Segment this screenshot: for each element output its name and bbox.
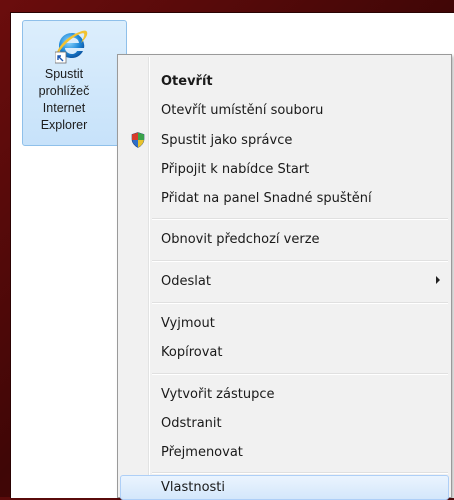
menu-item-run-as-admin[interactable]: Spustit jako správce [120, 128, 449, 153]
menu-item-restore-previous-versions[interactable]: Obnovit předchozí verze [120, 227, 449, 252]
uac-shield-icon [131, 132, 145, 148]
menu-separator [152, 373, 448, 375]
menu-item-rename[interactable]: Přejmenovat [120, 440, 449, 465]
menu-item-delete[interactable]: Odstranit [120, 411, 449, 436]
menu-item-label: Odstranit [161, 416, 222, 431]
shortcut-label-line: prohlížeč [38, 84, 90, 98]
menu-item-cut[interactable]: Vyjmout [120, 311, 449, 336]
menu-item-label: Přidat na panel Snadné spuštění [161, 191, 372, 206]
menu-item-send-to[interactable]: Odeslat [120, 269, 449, 294]
menu-item-open-file-location[interactable]: Otevřít umístění souboru [120, 98, 449, 123]
menu-separator [152, 260, 448, 262]
internet-explorer-icon [55, 30, 88, 64]
menu-separator [152, 472, 448, 474]
menu-separator [152, 302, 448, 304]
submenu-arrow-icon [436, 276, 440, 284]
menu-item-label: Otevřít umístění souboru [161, 103, 324, 118]
menu-item-label: Vyjmout [161, 316, 215, 331]
menu-item-open[interactable]: Otevřít [120, 69, 449, 94]
shortcut-label-line: Internet [42, 101, 86, 115]
menu-item-label: Odeslat [161, 274, 211, 289]
shortcut-label-line: Explorer [40, 118, 88, 132]
menu-item-label: Vlastnosti [161, 480, 226, 495]
menu-separator [152, 218, 448, 220]
menu-item-properties[interactable]: Vlastnosti [120, 475, 449, 500]
shortcut-label-line: Spustit [44, 67, 84, 81]
shortcut-label: Spustit prohlížeč Internet Explorer [23, 66, 105, 134]
context-menu: Otevřít Otevřít umístění souboru Spustit… [117, 54, 452, 500]
menu-item-copy[interactable]: Kopírovat [120, 340, 449, 365]
menu-item-label: Připojit k nabídce Start [161, 162, 310, 177]
menu-item-create-shortcut[interactable]: Vytvořit zástupce [120, 382, 449, 407]
menu-item-label: Otevřít [161, 74, 213, 89]
menu-item-label: Přejmenovat [161, 445, 243, 460]
menu-item-pin-to-start[interactable]: Připojit k nabídce Start [120, 157, 449, 182]
desktop-shortcut-internet-explorer[interactable]: Spustit prohlížeč Internet Explorer [22, 20, 127, 146]
menu-item-add-to-quick-launch[interactable]: Přidat na panel Snadné spuštění [120, 186, 449, 211]
menu-item-label: Vytvořit zástupce [161, 387, 275, 402]
desktop[interactable]: Spustit prohlížeč Internet Explorer Otev… [10, 12, 454, 500]
menu-item-label: Kopírovat [161, 345, 223, 360]
menu-item-label: Spustit jako správce [161, 133, 293, 148]
menu-item-label: Obnovit předchozí verze [161, 232, 320, 247]
